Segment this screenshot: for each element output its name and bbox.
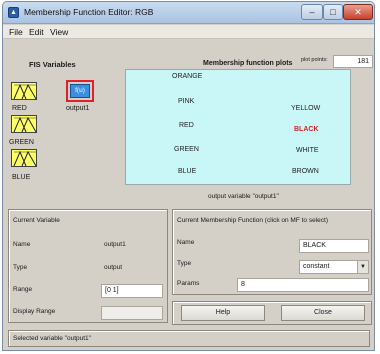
minimize-icon: – (309, 7, 315, 17)
mf-params-input[interactable]: 8 (237, 278, 369, 292)
current-variable-header: Current Variable (13, 217, 60, 224)
help-button[interactable]: Help (181, 305, 265, 321)
plot-caption: output variable "output1" (208, 193, 279, 200)
variable-range-label: Range (13, 286, 33, 293)
menu-view[interactable]: View (50, 27, 68, 37)
mf-plot-area[interactable]: ORANGE PINK RED GREEN BLUE YELLOW BLACK … (125, 69, 351, 185)
mf-label-white[interactable]: WHITE (296, 147, 319, 154)
mf-type-select[interactable]: constant ▼ (299, 260, 369, 274)
mf-label-yellow[interactable]: YELLOW (291, 105, 320, 112)
variable-type-value: output (104, 264, 123, 271)
input-variable-blue[interactable] (11, 149, 37, 167)
menu-bar: File Edit View (3, 25, 374, 39)
menu-file[interactable]: File (9, 27, 23, 37)
minimize-button[interactable]: – (301, 4, 323, 20)
matlab-icon: ▲ (8, 7, 19, 18)
mf-label-red[interactable]: RED (179, 122, 194, 129)
mf-label-green[interactable]: GREEN (174, 146, 199, 153)
window-title: Membership Function Editor: RGB (24, 7, 154, 17)
close-icon: ✕ (354, 7, 362, 17)
plot-title: Membership function plots (203, 60, 293, 67)
variable-name-label: Name (13, 241, 31, 248)
mf-type-label: Type (177, 260, 192, 267)
fis-variables-label: FIS Variables (29, 60, 76, 69)
input-label-blue: BLUE (12, 174, 31, 181)
input-label-green: GREEN (9, 139, 34, 146)
input-variable-green[interactable] (11, 115, 37, 133)
close-button[interactable]: Close (281, 305, 365, 321)
mf-label-brown[interactable]: BROWN (292, 168, 319, 175)
mf-label-orange[interactable]: ORANGE (172, 73, 202, 80)
range-input[interactable]: [0 1] (101, 284, 163, 298)
mf-label-blue[interactable]: BLUE (178, 168, 196, 175)
dropdown-arrow-icon: ▼ (357, 261, 368, 273)
output-box-text: f(u) (70, 84, 90, 98)
input-variable-red[interactable] (11, 82, 37, 100)
variable-type-label: Type (13, 264, 28, 271)
current-variable-panel: Current Variable Name output1 Type outpu… (8, 209, 168, 323)
mf-shape-icon (13, 83, 37, 100)
status-text: Selected variable "output1" (13, 335, 91, 342)
display-range-label: Display Range (13, 308, 56, 315)
mf-shape-icon (13, 150, 37, 167)
menu-edit[interactable]: Edit (29, 27, 44, 37)
output-variable-output1[interactable]: f(u) (66, 80, 94, 102)
input-label-red: RED (12, 105, 27, 112)
mf-editor-window: ▲ Membership Function Editor: RGB – □ ✕ … (2, 1, 375, 351)
status-bar: Selected variable "output1" (8, 330, 370, 347)
mf-name-label: Name (177, 239, 195, 246)
buttons-panel: Help Close (172, 301, 372, 325)
output-label: output1 (66, 105, 90, 112)
mf-shape-icon (13, 116, 37, 133)
mf-label-pink[interactable]: PINK (178, 98, 194, 105)
mf-name-input[interactable]: BLACK (299, 239, 369, 253)
plot-points-input[interactable]: 181 (333, 55, 373, 68)
display-range-input[interactable] (101, 306, 163, 320)
maximize-icon: □ (330, 7, 336, 17)
mf-type-value: constant (303, 263, 330, 270)
current-mf-panel: Current Membership Function (click on MF… (172, 209, 372, 295)
plot-points-label: plot points: (301, 57, 328, 63)
close-window-button[interactable]: ✕ (343, 4, 373, 20)
maximize-button[interactable]: □ (323, 4, 343, 20)
mf-label-black-selected[interactable]: BLACK (294, 126, 319, 133)
mf-params-label: Params (177, 280, 200, 287)
title-bar: ▲ Membership Function Editor: RGB – □ ✕ (3, 2, 374, 24)
variable-name-value: output1 (104, 241, 126, 248)
current-mf-header: Current Membership Function (click on MF… (177, 217, 328, 224)
